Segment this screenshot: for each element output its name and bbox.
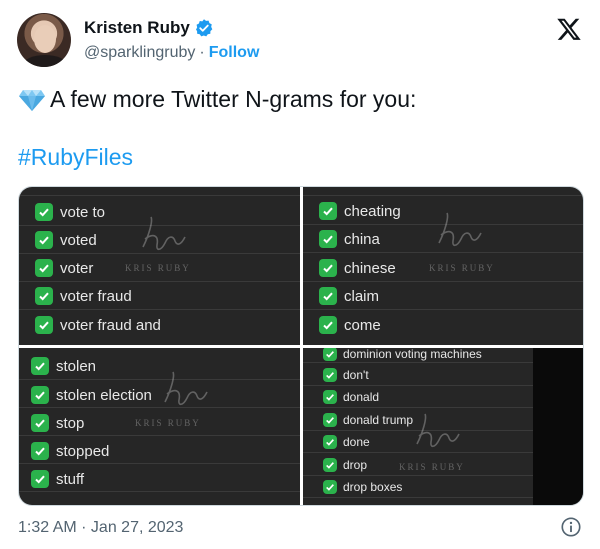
watermark-text: KRIS RUBY (429, 263, 495, 273)
watermark-signature (142, 216, 186, 251)
checkbox-checked-icon (319, 287, 337, 305)
checkbox-checked-icon (35, 259, 53, 277)
checkbox-checked-icon (31, 470, 49, 488)
checkbox-checked-icon (319, 316, 337, 334)
gem-emoji-icon (19, 89, 45, 111)
panel-edge (533, 348, 583, 505)
follow-button[interactable]: Follow (209, 44, 260, 62)
author-handle[interactable]: @sparklingruby (84, 44, 195, 62)
x-logo-icon[interactable] (556, 16, 582, 42)
info-icon[interactable] (560, 516, 582, 538)
checkbox-checked-icon (323, 368, 337, 382)
watermark-text: KRIS RUBY (399, 462, 465, 472)
ngram-item: voter fraud (35, 287, 132, 305)
checkbox-checked-icon (323, 348, 337, 361)
ngram-panel-1: vote to voted voter voter fraud voter fr… (19, 187, 300, 345)
checkbox-checked-icon (35, 203, 53, 221)
separator-dot: · (199, 44, 205, 61)
tweet-body: A few more Twitter N-grams for you: (50, 86, 417, 112)
watermark-text: KRIS RUBY (125, 263, 191, 273)
checkbox-checked-icon (35, 287, 53, 305)
ngram-item: voted (35, 231, 97, 249)
ngram-panel-2: cheating china chinese claim come KRIS R… (303, 187, 583, 345)
handle-row: @sparklingruby · Follow (84, 44, 259, 62)
checkbox-checked-icon (323, 458, 337, 472)
watermark-signature (164, 371, 208, 406)
ngram-item: drop (323, 458, 367, 472)
checkbox-checked-icon (323, 390, 337, 404)
ngram-item: come (319, 316, 381, 334)
checkbox-checked-icon (319, 202, 337, 220)
ngram-item: stolen (31, 357, 96, 375)
ngram-item: claim (319, 287, 379, 305)
ngram-item: cheating (319, 202, 401, 220)
checkbox-checked-icon (35, 231, 53, 249)
ngram-item: donald trump (323, 413, 413, 427)
ngram-item: dominion voting machines (323, 348, 482, 361)
ngram-item: drop boxes (323, 480, 402, 494)
checkbox-checked-icon (323, 413, 337, 427)
watermark-signature (438, 212, 482, 247)
checkbox-checked-icon (31, 414, 49, 432)
author-name[interactable]: Kristen Ruby (84, 18, 190, 38)
tweet-text: A few more Twitter N-grams for you: (18, 86, 416, 113)
checkbox-checked-icon (319, 259, 337, 277)
tweet-timestamp[interactable]: 1:32 AM · Jan 27, 2023 (18, 519, 183, 537)
ngram-item: china (319, 230, 380, 248)
checkbox-checked-icon (31, 357, 49, 375)
ngram-item: don't (323, 368, 369, 382)
ngram-item: donald (323, 390, 379, 404)
checkbox-checked-icon (35, 316, 53, 334)
ngram-item: stolen election (31, 386, 152, 404)
checkbox-checked-icon (323, 435, 337, 449)
checkbox-checked-icon (31, 442, 49, 460)
ngram-item: chinese (319, 259, 396, 277)
avatar[interactable] (17, 13, 71, 67)
ngram-item: stop (31, 414, 84, 432)
hashtag-link[interactable]: #RubyFiles (18, 144, 133, 171)
ngram-panel-3: stolen stolen election stop stopped stuf… (19, 348, 300, 505)
author-name-row: Kristen Ruby (84, 18, 214, 38)
checkbox-checked-icon (31, 386, 49, 404)
tweet-header: Kristen Ruby @sparklingruby · Follow (14, 10, 586, 70)
watermark-text: KRIS RUBY (135, 418, 201, 428)
checkbox-checked-icon (323, 480, 337, 494)
ngram-item: voter fraud and (35, 316, 161, 334)
verified-badge-icon (195, 19, 213, 37)
checkbox-checked-icon (319, 230, 337, 248)
ngram-item: vote to (35, 203, 105, 221)
watermark-signature (416, 413, 460, 448)
ngram-item: done (323, 435, 370, 449)
ngram-panel-4: dominion voting machines don't donald do… (303, 348, 583, 505)
tweet-media[interactable]: vote to voted voter voter fraud voter fr… (18, 186, 584, 506)
ngram-item: voter (35, 259, 93, 277)
ngram-item: stopped (31, 442, 109, 460)
ngram-item: stuff (31, 470, 84, 488)
